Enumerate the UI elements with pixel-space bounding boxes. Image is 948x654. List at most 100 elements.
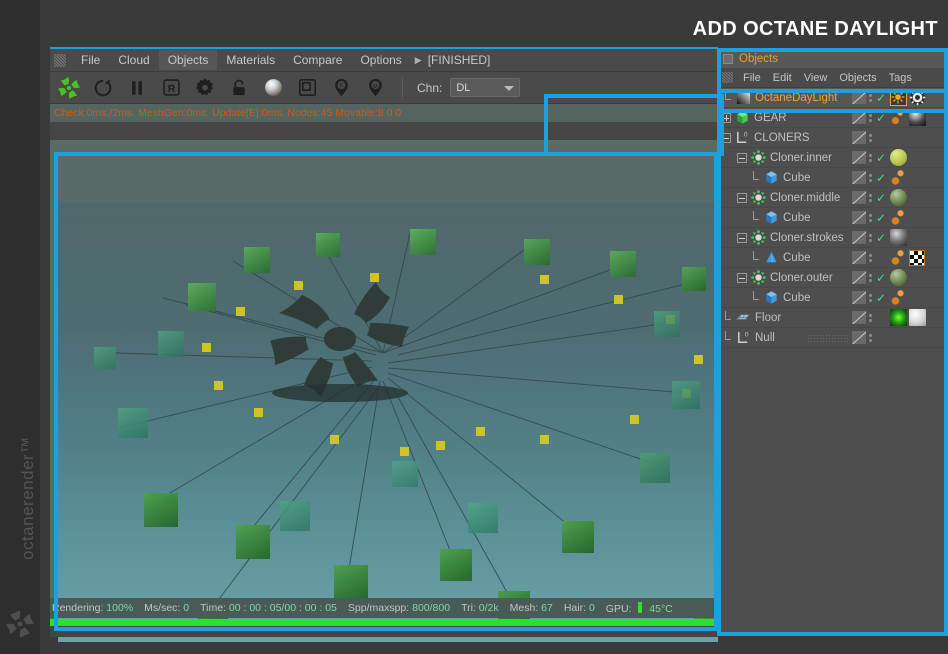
object-row-cube[interactable]: Cube ✓ xyxy=(719,168,946,188)
enabled-check-icon[interactable]: ✓ xyxy=(876,112,886,124)
enabled-check-icon[interactable]: ✓ xyxy=(876,192,886,204)
visibility-dots-icon[interactable] xyxy=(869,113,872,122)
visibility-dots-icon[interactable] xyxy=(869,233,872,242)
material-green-glow-icon[interactable] xyxy=(890,309,907,326)
expand-plus-icon[interactable] xyxy=(721,112,731,123)
visibility-dots-icon[interactable] xyxy=(869,293,872,302)
region-render-icon[interactable]: R xyxy=(158,75,184,101)
focus-pin-icon[interactable]: F xyxy=(328,75,354,101)
object-material-cell[interactable] xyxy=(888,109,946,126)
object-tag-cell[interactable] xyxy=(850,331,888,344)
material-dark-metal-icon[interactable] xyxy=(909,109,926,126)
visibility-dots-icon[interactable] xyxy=(869,333,872,342)
menu-file[interactable]: File xyxy=(72,50,109,70)
octane-logo-icon[interactable] xyxy=(56,75,82,101)
object-row-cube[interactable]: Cube ✓ xyxy=(719,208,946,228)
object-row-cube[interactable]: Cube ✓ xyxy=(719,288,946,308)
enabled-check-icon[interactable]: ✓ xyxy=(876,92,886,104)
object-tag-cell[interactable]: ✓ xyxy=(850,151,888,164)
visibility-dots-icon[interactable] xyxy=(869,273,872,282)
material-pin-icon[interactable]: M xyxy=(362,75,388,101)
object-material-cell[interactable] xyxy=(888,169,946,186)
material-mossy-green-icon[interactable] xyxy=(890,269,907,286)
object-tag-cell[interactable] xyxy=(850,251,888,264)
visibility-dots-icon[interactable] xyxy=(869,213,872,222)
visibility-dots-icon[interactable] xyxy=(869,253,872,262)
visibility-tag-icon[interactable] xyxy=(852,131,866,144)
menu-compare[interactable]: Compare xyxy=(284,50,351,70)
object-tag-cell[interactable]: ✓ xyxy=(850,211,888,224)
enabled-check-icon[interactable]: ✓ xyxy=(876,172,886,184)
object-material-cell[interactable] xyxy=(888,209,946,226)
menu-cloud[interactable]: Cloud xyxy=(109,50,158,70)
visibility-tag-icon[interactable] xyxy=(852,211,866,224)
visibility-tag-icon[interactable] xyxy=(852,171,866,184)
material-orange-spheres-icon[interactable] xyxy=(890,209,907,226)
object-row-cloner-inner[interactable]: Cloner.inner ✓ xyxy=(719,148,946,168)
object-row-null[interactable]: 0 Null xyxy=(719,328,946,348)
visibility-dots-icon[interactable] xyxy=(869,313,872,322)
menu-objects[interactable]: Objects xyxy=(158,50,218,70)
material-orange-spheres-icon[interactable] xyxy=(890,249,907,266)
om-menu-file[interactable]: File xyxy=(737,70,767,86)
visibility-tag-icon[interactable] xyxy=(852,231,866,244)
object-material-cell[interactable] xyxy=(888,229,946,246)
visibility-tag-icon[interactable] xyxy=(852,291,866,304)
object-tag-cell[interactable]: ✓ xyxy=(850,231,888,244)
object-row-cloner-middle[interactable]: Cloner.middle ✓ xyxy=(719,188,946,208)
object-material-cell[interactable] xyxy=(888,289,946,306)
enabled-check-icon[interactable]: ✓ xyxy=(876,292,886,304)
object-material-cell[interactable] xyxy=(888,249,946,266)
object-tag-cell[interactable]: ✓ xyxy=(850,171,888,184)
visibility-tag-icon[interactable] xyxy=(852,111,866,124)
object-material-cell[interactable] xyxy=(888,189,946,206)
om-menu-tags[interactable]: Tags xyxy=(883,70,918,86)
gear-icon[interactable] xyxy=(192,75,218,101)
object-tag-cell[interactable]: ✓ xyxy=(850,271,888,284)
visibility-tag-icon[interactable] xyxy=(852,331,866,344)
material-white-rough-icon[interactable] xyxy=(909,309,926,326)
object-tag-cell[interactable] xyxy=(850,311,888,324)
checker-texture-tag-icon[interactable] xyxy=(909,249,925,266)
collapse-minus-icon[interactable] xyxy=(737,272,747,283)
object-material-cell[interactable] xyxy=(888,89,946,106)
object-tag-cell[interactable] xyxy=(850,131,888,144)
grip-handle-icon[interactable] xyxy=(722,72,733,83)
visibility-tag-icon[interactable] xyxy=(852,91,866,104)
menu-materials[interactable]: Materials xyxy=(217,50,284,70)
collapse-minus-icon[interactable] xyxy=(737,232,747,243)
menu-overflow-arrow-icon[interactable]: ▶ xyxy=(411,55,426,66)
object-tag-cell[interactable]: ✓ xyxy=(850,91,888,104)
visibility-dots-icon[interactable] xyxy=(869,193,872,202)
object-tag-cell[interactable]: ✓ xyxy=(850,191,888,204)
om-menu-view[interactable]: View xyxy=(798,70,834,86)
object-row-floor[interactable]: Floor xyxy=(719,308,946,328)
object-row-cloners[interactable]: 0 CLONERS xyxy=(719,128,946,148)
object-material-cell[interactable] xyxy=(888,309,946,326)
collapse-minus-icon[interactable] xyxy=(737,152,747,163)
visibility-tag-icon[interactable] xyxy=(852,151,866,164)
lock-icon[interactable] xyxy=(226,75,252,101)
sphere-preview-icon[interactable] xyxy=(260,75,286,101)
object-tag-cell[interactable]: ✓ xyxy=(850,291,888,304)
visibility-dots-icon[interactable] xyxy=(869,153,872,162)
pause-icon[interactable] xyxy=(124,75,150,101)
render-viewport[interactable] xyxy=(50,140,718,642)
sun-tag-icon[interactable] xyxy=(890,89,907,106)
picture-in-picture-icon[interactable] xyxy=(294,75,320,101)
enabled-check-icon[interactable]: ✓ xyxy=(876,272,886,284)
visibility-tag-icon[interactable] xyxy=(852,191,866,204)
material-orange-spheres-icon[interactable] xyxy=(890,109,907,126)
object-tag-cell[interactable]: ✓ xyxy=(850,111,888,124)
visibility-dots-icon[interactable] xyxy=(869,93,872,102)
object-row-octanedaylight[interactable]: OctaneDayLight ✓ xyxy=(719,88,946,108)
material-orange-spheres-icon[interactable] xyxy=(890,289,907,306)
om-menu-objects[interactable]: Objects xyxy=(833,70,882,86)
object-row-cloner-outer[interactable]: Cloner.outer ✓ xyxy=(719,268,946,288)
object-row-gear[interactable]: GEAR ✓ xyxy=(719,108,946,128)
menu-options[interactable]: Options xyxy=(351,50,410,70)
visibility-dots-icon[interactable] xyxy=(869,173,872,182)
material-orange-spheres-icon[interactable] xyxy=(890,169,907,186)
visibility-tag-icon[interactable] xyxy=(852,271,866,284)
panel-menu-icon[interactable] xyxy=(723,54,733,64)
